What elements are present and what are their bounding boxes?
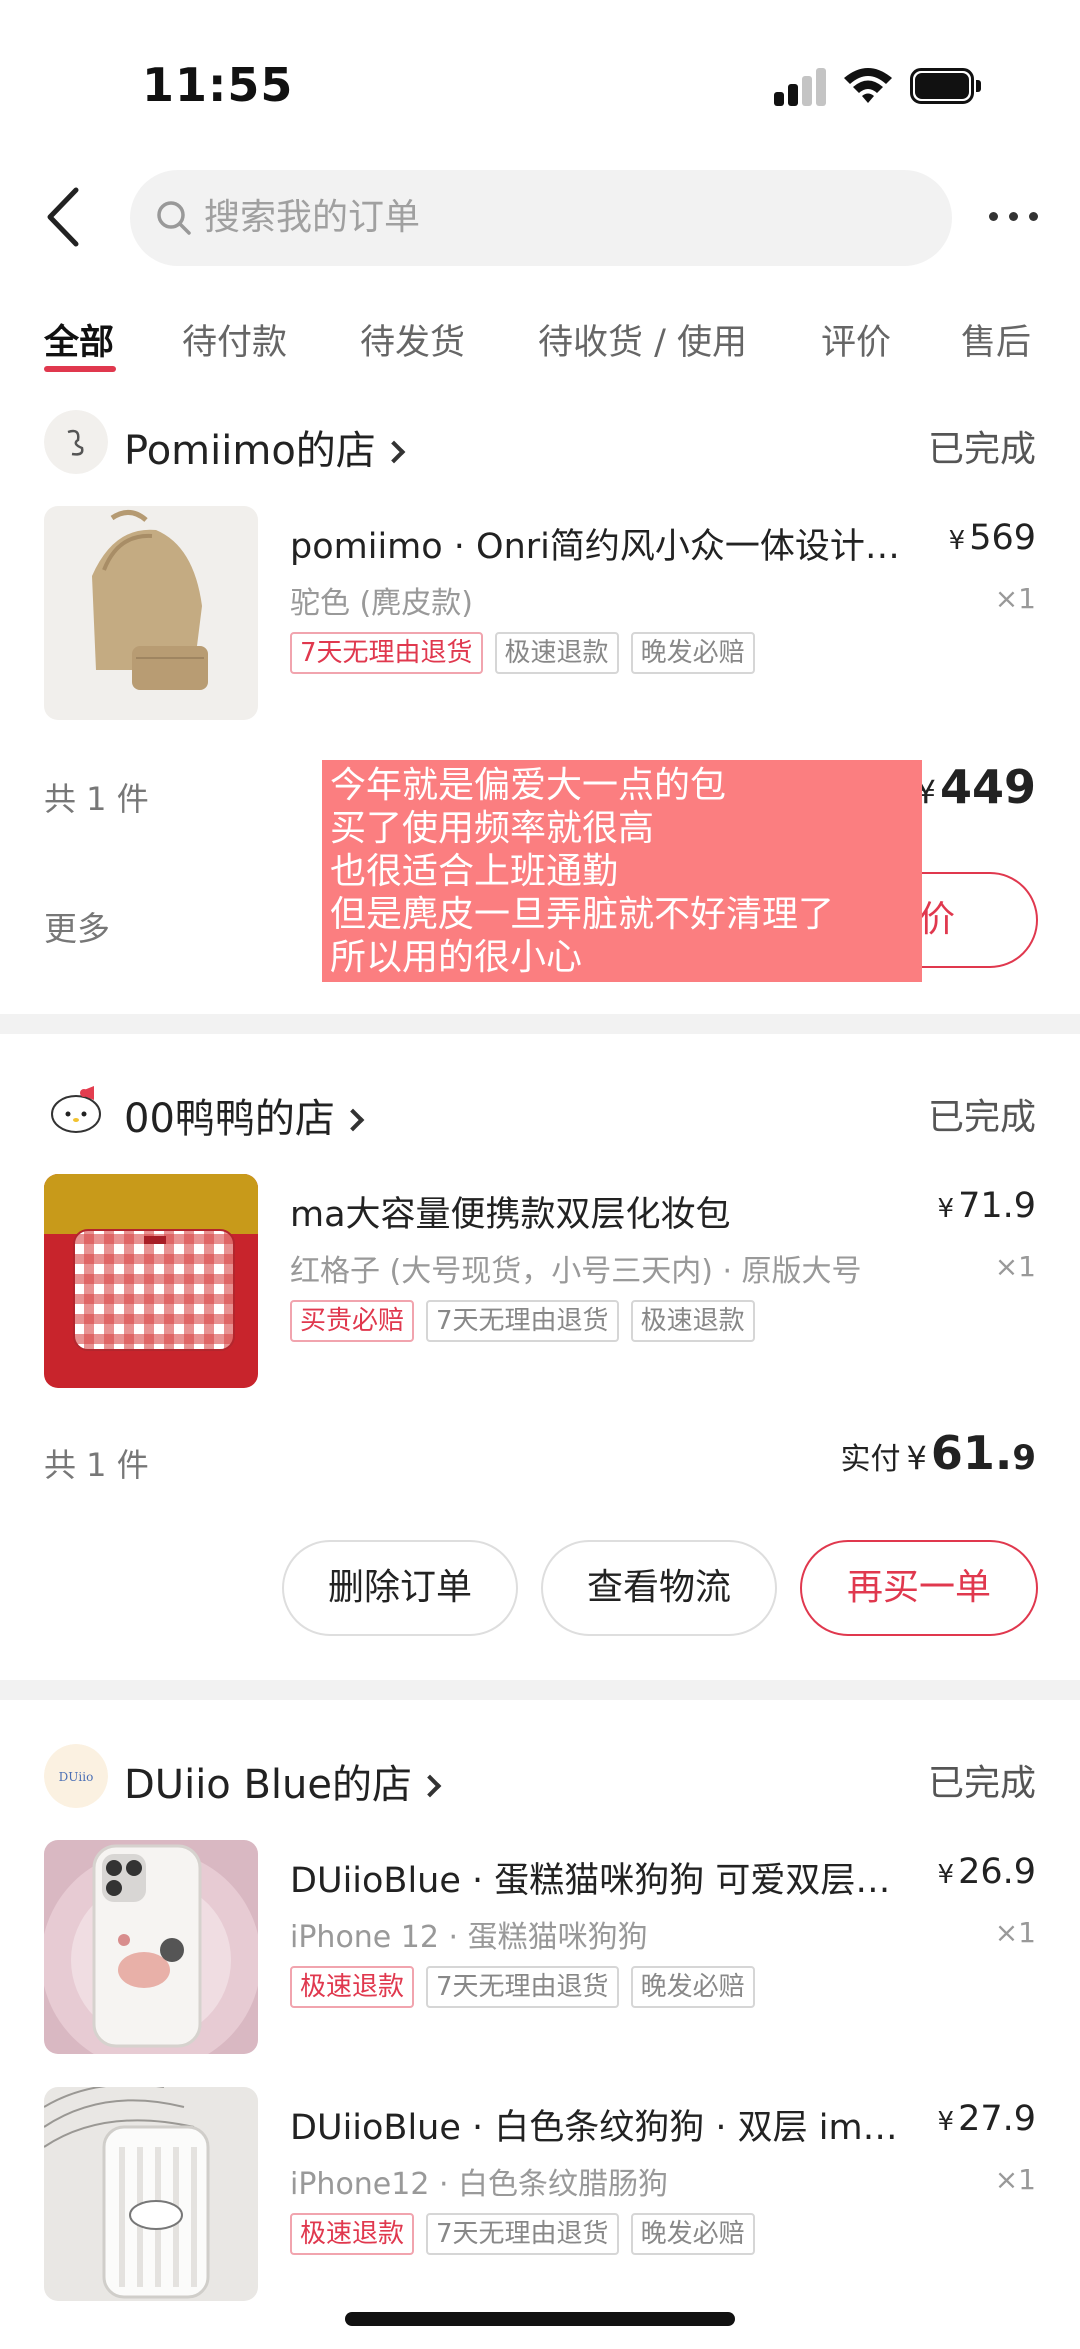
- product-sku: iPhone 12 · 蛋糕猫咪狗狗: [290, 1920, 648, 1955]
- tag: 7天无理由退货: [426, 1966, 619, 2008]
- order-item[interactable]: DUiioBlue · 蛋糕猫咪狗狗 可爱双层手机壳 ¥26.9 iPhone …: [44, 1840, 1036, 2056]
- section-divider: [0, 1014, 1080, 1034]
- order-status: 已完成: [927, 1097, 1036, 1138]
- order-tabs: 全部 待付款 待发货 待收货 / 使用 评价 售后: [0, 300, 1080, 380]
- product-sku: 驼色 (麂皮款): [290, 586, 473, 621]
- chevron-right-icon: [418, 1774, 442, 1798]
- product-quantity: ×1: [994, 2163, 1036, 2196]
- shop-logo: DUiio: [44, 1744, 108, 1808]
- service-tags: 买贵必赔 7天无理由退货 极速退款: [290, 1300, 767, 1344]
- status-time: 11:55: [142, 58, 294, 112]
- tag: 7天无理由退货: [426, 1300, 619, 1342]
- tab-review[interactable]: 评价: [821, 314, 891, 365]
- product-image[interactable]: [44, 1840, 258, 2054]
- product-title[interactable]: DUiioBlue · 白色条纹狗狗 · 双层 imd 手机壳: [290, 2099, 910, 2150]
- shop-name[interactable]: Pomiimo的店: [124, 418, 406, 476]
- product-sku: 红格子 (大号现货，小号三天内) · 原版大号: [290, 1254, 862, 1289]
- order-total: 实付 ¥61.9: [840, 1426, 1036, 1480]
- tag: 极速退款: [630, 1300, 755, 1342]
- order-item[interactable]: ma大容量便携款双层化妆包 ¥71.9 红格子 (大号现货，小号三天内) · 原…: [44, 1174, 1036, 1390]
- shop-name[interactable]: DUiio Blue的店: [124, 1752, 442, 1810]
- tag: 极速退款: [494, 632, 619, 674]
- product-price: ¥26.9: [937, 1852, 1036, 1892]
- order-item[interactable]: pomiimo · Onri简约风小众一体设计托特包 ¥569 驼色 (麂皮款)…: [44, 506, 1036, 722]
- product-price: ¥569: [948, 518, 1036, 558]
- chevron-right-icon: [382, 440, 406, 464]
- product-price: ¥71.9: [937, 1186, 1036, 1226]
- chevron-right-icon: [341, 1108, 365, 1132]
- order-item[interactable]: DUiioBlue · 白色条纹狗狗 · 双层 imd 手机壳 ¥27.9 iP…: [44, 2087, 1036, 2303]
- service-tags: 极速退款 7天无理由退货 晚发必赔: [290, 2213, 767, 2257]
- delete-order-button[interactable]: 删除订单: [282, 1540, 518, 1636]
- tag: 晚发必赔: [630, 632, 755, 674]
- tag: 7天无理由退货: [426, 2213, 619, 2255]
- tab-all[interactable]: 全部: [44, 314, 114, 365]
- tab-pending-receipt[interactable]: 待收货 / 使用: [538, 314, 747, 365]
- status-bar: 11:55: [0, 0, 1080, 160]
- tab-pending-shipment[interactable]: 待发货: [360, 314, 465, 365]
- item-count: 共 1 件: [44, 780, 149, 818]
- tag: 晚发必赔: [630, 2213, 755, 2255]
- product-title[interactable]: ma大容量便携款双层化妆包: [290, 1186, 910, 1237]
- shop-logo: [44, 1078, 108, 1142]
- search-icon: [157, 201, 191, 235]
- shop-header[interactable]: 00鸭鸭的店 已完成: [44, 1078, 1036, 1144]
- product-image[interactable]: [44, 1174, 258, 1388]
- product-sku: iPhone12 · 白色条纹腊肠狗: [290, 2167, 669, 2202]
- order-total: ¥449: [915, 760, 1036, 814]
- tab-pending-payment[interactable]: 待付款: [182, 314, 287, 365]
- shop-header[interactable]: DUiio DUiio Blue的店 已完成: [44, 1744, 1036, 1810]
- shop-header[interactable]: Pomiimo的店 已完成: [44, 410, 1036, 476]
- more-actions-link[interactable]: 更多: [44, 902, 110, 950]
- battery-icon: [910, 68, 982, 104]
- order-status: 已完成: [927, 429, 1036, 470]
- home-indicator[interactable]: [345, 2312, 735, 2326]
- product-image[interactable]: [44, 506, 258, 720]
- wifi-icon: [844, 68, 892, 103]
- order-status: 已完成: [927, 1763, 1036, 1804]
- cellular-signal-icon: [774, 68, 828, 106]
- back-button[interactable]: [40, 182, 90, 252]
- product-quantity: ×1: [994, 1250, 1036, 1283]
- tag: 7天无理由退货: [290, 632, 483, 674]
- product-quantity: ×1: [994, 1916, 1036, 1949]
- tag: 极速退款: [290, 2213, 415, 2255]
- active-tab-indicator: [44, 366, 116, 372]
- shop-logo: [44, 410, 108, 474]
- tag: 极速退款: [290, 1966, 415, 2008]
- tag: 买贵必赔: [290, 1300, 415, 1342]
- section-divider: [0, 1680, 1080, 1700]
- tag: 晚发必赔: [630, 1966, 755, 2008]
- search-bar[interactable]: [130, 170, 952, 266]
- service-tags: 7天无理由退货 极速退款 晚发必赔: [290, 632, 767, 676]
- buy-again-button[interactable]: 再买一单: [800, 1540, 1038, 1636]
- svg-text:DUiio: DUiio: [59, 1770, 94, 1784]
- search-input[interactable]: [204, 170, 904, 266]
- product-title[interactable]: pomiimo · Onri简约风小众一体设计托特包: [290, 518, 910, 569]
- shop-name[interactable]: 00鸭鸭的店: [124, 1086, 365, 1144]
- product-image[interactable]: [44, 2087, 258, 2301]
- tab-after-sales[interactable]: 售后: [961, 314, 1031, 365]
- product-price: ¥27.9: [937, 2099, 1036, 2139]
- item-count: 共 1 件: [44, 1446, 149, 1484]
- product-title[interactable]: DUiioBlue · 蛋糕猫咪狗狗 可爱双层手机壳: [290, 1852, 910, 1903]
- service-tags: 极速退款 7天无理由退货 晚发必赔: [290, 1966, 767, 2010]
- track-shipment-button[interactable]: 查看物流: [541, 1540, 777, 1636]
- more-options-button[interactable]: [985, 200, 1045, 230]
- product-quantity: ×1: [994, 582, 1036, 615]
- annotation-note: 今年就是偏爱大一点的包 买了使用频率就很高 也很适合上班通勤 但是麂皮一旦弄脏就…: [322, 760, 922, 982]
